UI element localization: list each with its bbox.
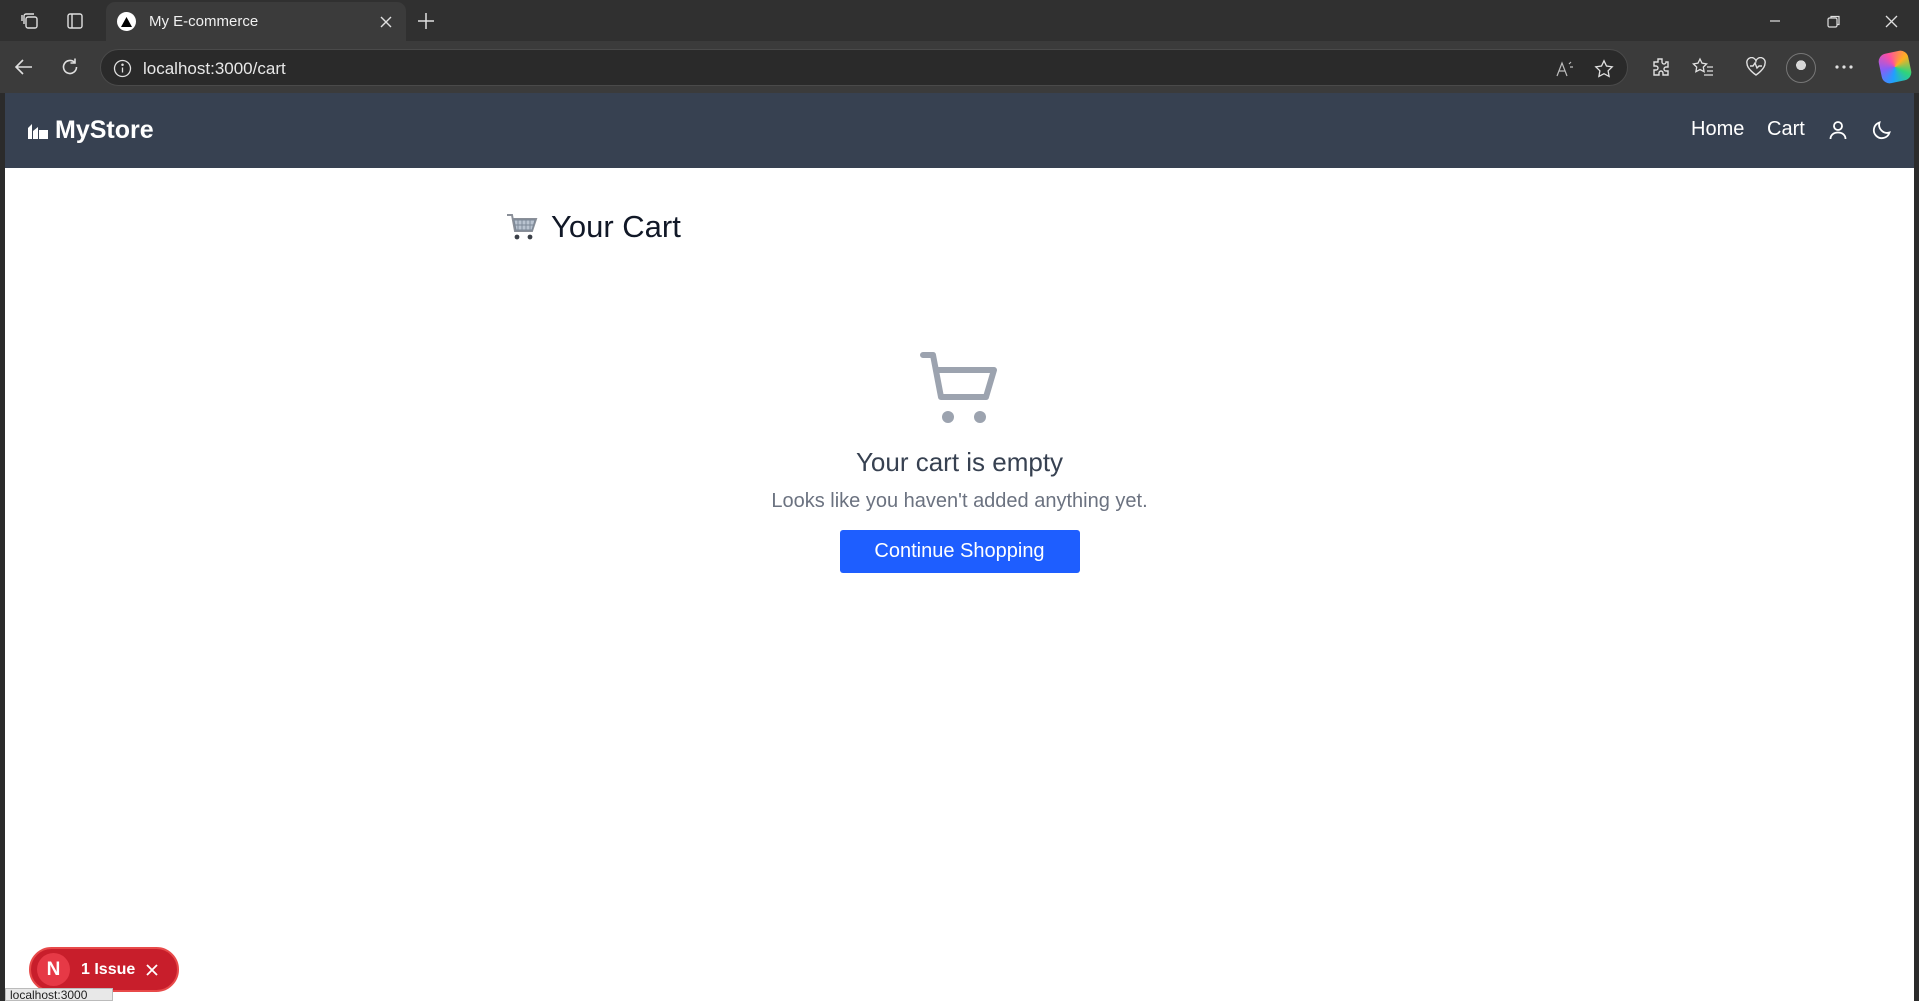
profile-avatar[interactable] (1786, 53, 1816, 83)
empty-cart-subtitle: Looks like you haven't added anything ye… (771, 490, 1148, 512)
url-text: localhost:3000/cart (143, 59, 286, 78)
brand-name: MyStore (55, 116, 154, 144)
nextjs-favicon-icon (117, 12, 136, 31)
address-bar[interactable]: localhost:3000/cart (100, 49, 1628, 86)
nav-link-cart[interactable]: Cart (1767, 118, 1805, 141)
nextjs-logo-icon: N (37, 953, 70, 986)
browser-tabstrip: My E-commerce (0, 0, 1919, 41)
more-options-icon[interactable] (1831, 54, 1857, 80)
empty-cart-state: Your cart is empty Looks like you haven'… (5, 349, 1914, 573)
empty-cart-title: Your cart is empty (855, 447, 1064, 477)
tab-close-icon[interactable] (377, 13, 395, 31)
user-icon[interactable] (1827, 119, 1849, 141)
store-icon (28, 123, 48, 139)
close-window-icon[interactable] (1868, 6, 1914, 36)
dark-mode-moon-icon[interactable] (1871, 119, 1893, 141)
dismiss-issues-icon[interactable] (145, 963, 159, 977)
minimize-icon[interactable] (1752, 6, 1798, 36)
tab-title: My E-commerce (149, 13, 259, 30)
browser-toolbar: localhost:3000/cart (0, 41, 1919, 93)
issues-count: 1 Issue (81, 960, 136, 978)
refresh-icon[interactable] (56, 53, 84, 81)
restore-icon[interactable] (1810, 6, 1856, 36)
back-arrow-icon[interactable] (10, 53, 38, 81)
page-title: Your Cart (505, 209, 681, 245)
active-tab[interactable]: My E-commerce (106, 2, 406, 41)
site-info-icon[interactable] (113, 59, 132, 78)
extensions-icon[interactable] (1647, 54, 1673, 80)
empty-cart-icon (919, 352, 997, 423)
site-navbar: MyStore Home Cart (5, 93, 1914, 168)
page-title-text: Your Cart (551, 209, 681, 244)
favorites-icon[interactable] (1690, 54, 1716, 80)
shopping-cart-emoji-icon (507, 214, 538, 240)
status-bar-url: localhost:3000 (5, 988, 113, 1001)
new-tab-icon[interactable] (413, 8, 439, 34)
nextjs-issues-badge[interactable]: N 1 Issue (29, 947, 179, 992)
copilot-icon[interactable] (1877, 49, 1913, 85)
page-viewport: MyStore Home Cart Your Cart Your cart is… (5, 93, 1914, 1001)
continue-shopping-button[interactable]: Continue Shopping (839, 530, 1080, 573)
read-aloud-icon[interactable] (1554, 58, 1576, 80)
browser-essentials-icon[interactable] (1743, 54, 1769, 80)
workspaces-icon[interactable] (17, 8, 43, 34)
vertical-tabs-icon[interactable] (62, 8, 88, 34)
nav-link-home[interactable]: Home (1691, 118, 1744, 141)
favorite-star-icon[interactable] (1593, 58, 1615, 80)
brand-logo[interactable]: MyStore (27, 116, 154, 145)
